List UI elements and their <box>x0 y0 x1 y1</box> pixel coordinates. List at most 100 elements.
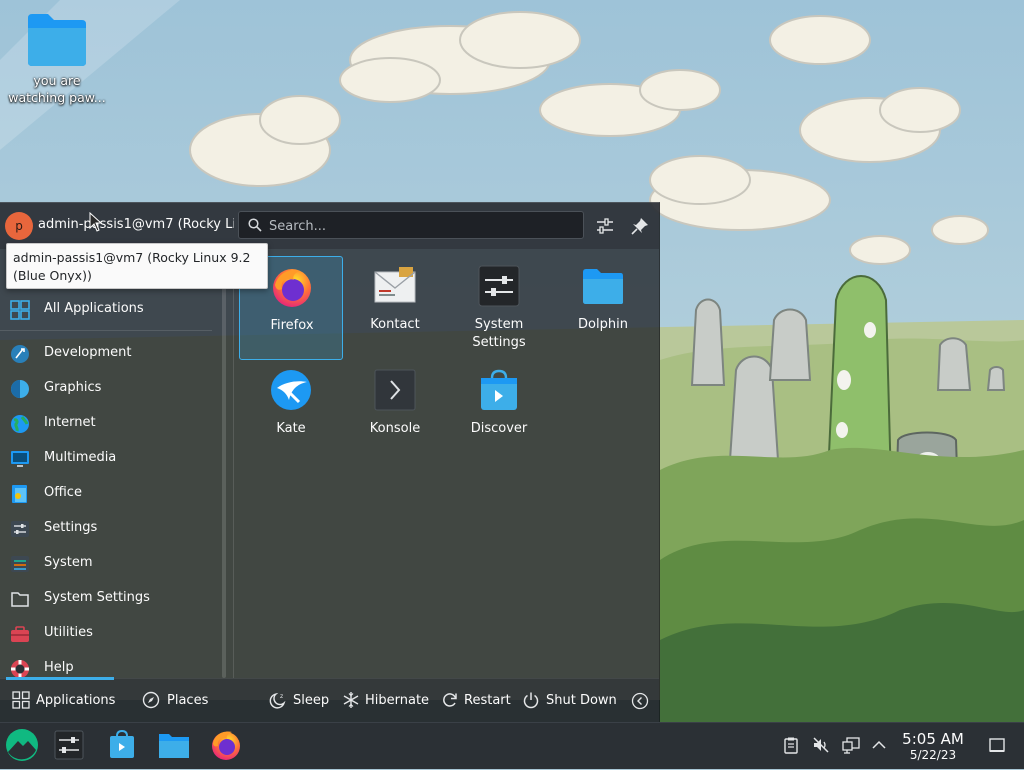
sleep-button[interactable]: z Sleep <box>269 690 329 712</box>
folder-icon <box>28 14 86 66</box>
user-name[interactable]: admin-passis1@vm7 (Rocky Li... <box>38 217 234 232</box>
category-multimedia[interactable]: Multimedia <box>0 441 216 475</box>
chevron-left-icon[interactable] <box>631 692 649 710</box>
category-label: Multimedia <box>44 450 117 465</box>
category-system[interactable]: System <box>0 546 216 580</box>
category-label: Utilities <box>44 625 93 640</box>
system-settings-icon <box>54 730 84 760</box>
scrollbar-track <box>222 258 226 678</box>
category-settings[interactable]: Settings <box>0 511 216 545</box>
launcher-button[interactable] <box>0 724 44 766</box>
multimedia-icon <box>11 451 29 467</box>
clock[interactable]: 5:05 AM 5/22/23 <box>896 731 970 763</box>
shutdown-icon <box>523 692 539 709</box>
category-label: Internet <box>44 415 96 430</box>
power-label: Sleep <box>293 693 330 708</box>
tab-label: Applications <box>36 693 116 708</box>
category-label: Office <box>44 485 82 500</box>
svg-text:z: z <box>280 693 283 700</box>
category-utilities[interactable]: Utilities <box>0 616 216 650</box>
clock-date: 5/22/23 <box>909 748 957 762</box>
grid-icon <box>10 300 30 320</box>
category-label: System <box>44 555 93 570</box>
app-name: Discover <box>470 421 528 436</box>
user-tooltip: admin-passis1@vm7 (Rocky Linux 9.2 (Blue… <box>6 243 268 289</box>
hibernate-button[interactable]: Hibernate <box>342 690 432 712</box>
category-label: All Applications <box>44 301 144 316</box>
grid-icon <box>12 691 30 709</box>
configure-icon[interactable] <box>594 215 616 237</box>
help-icon <box>11 660 29 678</box>
category-label: System Settings <box>44 590 150 605</box>
compass-icon <box>142 691 160 709</box>
power-label: Shut Down <box>546 693 617 708</box>
system-icon <box>11 556 29 572</box>
app-name: Dolphin <box>578 317 628 332</box>
category-graphics[interactable]: Graphics <box>0 371 216 405</box>
category-internet[interactable]: Internet <box>0 406 216 440</box>
task-system-settings[interactable] <box>47 724 91 766</box>
desktop-folder-item[interactable]: you are watching paw... <box>6 10 108 106</box>
active-tab-indicator <box>6 677 114 680</box>
chevron-up-icon[interactable] <box>870 736 888 754</box>
firefox-icon <box>212 731 240 760</box>
app-konsole[interactable]: Konsole <box>343 360 447 464</box>
graphics-icon <box>11 380 29 398</box>
discover-icon <box>481 369 517 410</box>
app-kate[interactable]: Kate <box>239 360 343 464</box>
restart-button[interactable]: Restart <box>441 690 511 712</box>
clipboard-icon[interactable] <box>782 736 800 754</box>
dolphin-icon <box>583 269 623 304</box>
avatar[interactable]: p <box>5 212 33 240</box>
sidebar-divider <box>0 330 212 331</box>
app-kontact[interactable]: Kontact <box>343 256 447 360</box>
sleep-icon: z <box>269 692 286 709</box>
app-system-settings[interactable]: System Settings <box>447 256 551 360</box>
development-icon <box>11 345 29 363</box>
app-name: Konsole <box>369 421 421 436</box>
power-label: Restart <box>464 693 511 708</box>
kate-icon <box>271 370 311 410</box>
desktop-folder-label: you are watching paw... <box>8 73 106 105</box>
task-dolphin[interactable] <box>152 724 196 766</box>
category-development[interactable]: Development <box>0 336 216 370</box>
volume-muted-icon[interactable] <box>812 736 830 754</box>
discover-icon <box>110 729 134 758</box>
pin-icon[interactable] <box>629 215 651 237</box>
firefox-icon <box>273 269 311 307</box>
app-dolphin[interactable]: Dolphin <box>551 256 655 360</box>
app-discover[interactable]: Discover <box>447 360 551 464</box>
task-discover[interactable] <box>100 724 144 766</box>
tab-label: Places <box>167 693 209 708</box>
office-icon <box>12 485 27 503</box>
app-name: Kontact <box>370 317 420 332</box>
kontact-icon <box>374 267 416 303</box>
system-settings-icon <box>11 592 29 607</box>
network-icon[interactable] <box>842 736 860 754</box>
clock-time: 5:05 AM <box>902 730 964 748</box>
task-firefox[interactable] <box>204 724 248 766</box>
restart-icon <box>443 693 457 707</box>
internet-icon <box>11 415 29 433</box>
search-input[interactable] <box>267 215 571 237</box>
category-label: Settings <box>44 520 98 535</box>
tab-places[interactable]: Places <box>142 690 212 712</box>
show-desktop-icon[interactable] <box>988 736 1006 754</box>
hibernate-icon <box>343 692 359 708</box>
shut-down-button[interactable]: Shut Down <box>522 690 617 712</box>
dolphin-icon <box>159 734 189 758</box>
settings-icon <box>11 521 29 537</box>
utilities-icon <box>11 626 29 642</box>
mouse-cursor-icon <box>89 212 103 232</box>
search-field[interactable] <box>238 211 584 239</box>
rocky-launcher-icon <box>6 729 38 761</box>
category-system-settings[interactable]: System Settings <box>0 581 216 615</box>
power-label: Hibernate <box>365 693 430 708</box>
category-label: Development <box>44 345 132 360</box>
app-name: System Settings <box>472 317 526 350</box>
sidebar-scrollbar[interactable] <box>220 258 228 678</box>
konsole-icon <box>374 369 416 411</box>
tab-applications[interactable]: Applications <box>12 690 122 712</box>
category-all-applications[interactable]: All Applications <box>0 292 216 326</box>
category-office[interactable]: Office <box>0 476 216 510</box>
